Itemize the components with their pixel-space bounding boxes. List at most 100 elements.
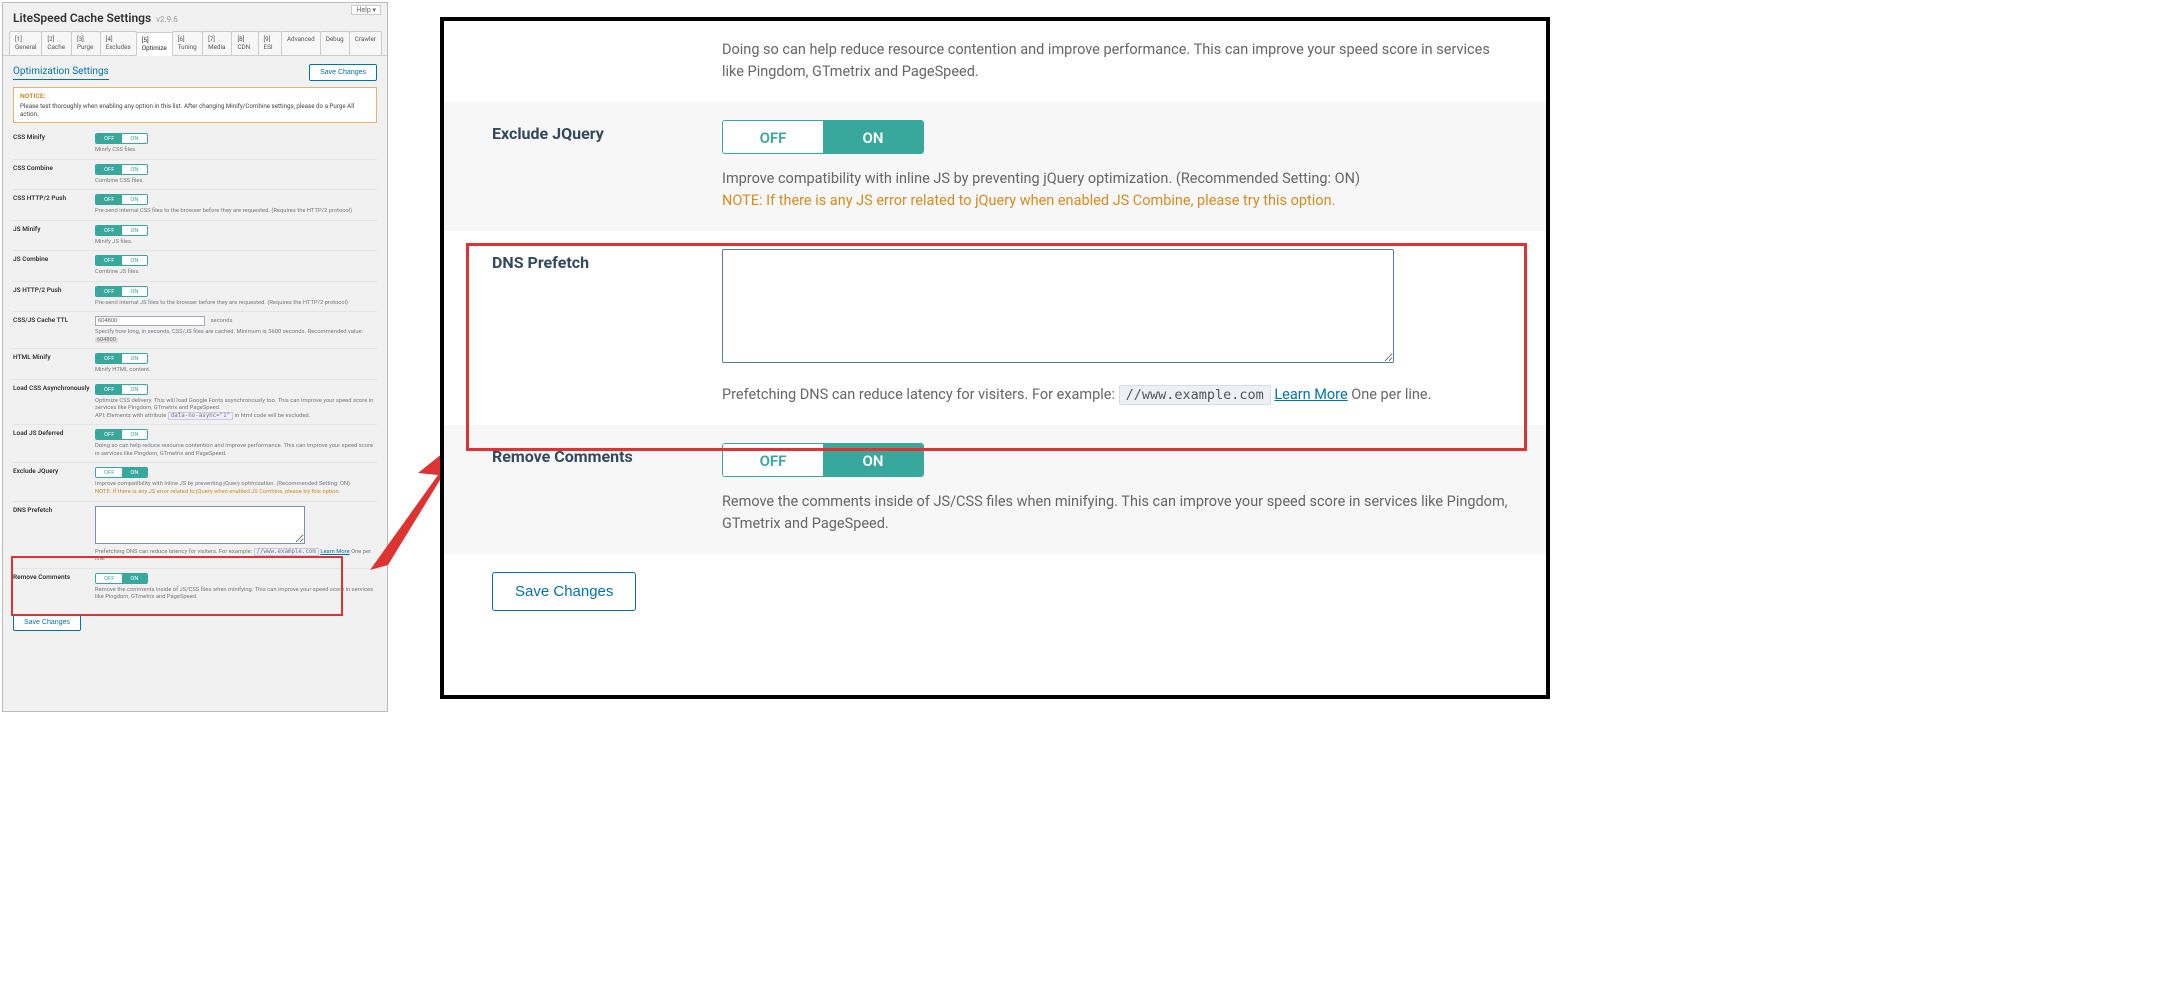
save-button-bottom[interactable]: Save Changes bbox=[13, 614, 81, 631]
tab-tuning[interactable]: [6] Tuning bbox=[172, 31, 203, 55]
label-css-minify: CSS Minify bbox=[13, 133, 95, 155]
desc-js-defer: Doing so can help reduce resource conten… bbox=[95, 443, 377, 458]
desc-css-minify: Minify CSS files. bbox=[95, 147, 377, 155]
row-css-push: CSS HTTP/2 Push OFFON Pre-send internal … bbox=[13, 189, 377, 220]
toggle-js-push[interactable]: OFFON bbox=[95, 286, 148, 297]
page-title-text: LiteSpeed Cache Settings bbox=[13, 11, 151, 25]
desc-js-combine: Combine JS files. bbox=[95, 269, 377, 277]
row-js-defer: Load JS Deferred OFFON Doing so can help… bbox=[13, 424, 377, 462]
zoom-label-dns-prefetch: DNS Prefetch bbox=[492, 249, 722, 407]
zoom-label-remove-comments: Remove Comments bbox=[492, 443, 722, 536]
section-heading: Optimization Settings bbox=[13, 66, 109, 80]
row-js-push: JS HTTP/2 Push OFFON Pre-send internal J… bbox=[13, 281, 377, 312]
zoom-label-exclude-jquery: Exclude JQuery bbox=[492, 120, 722, 213]
desc-css-combine: Combine CSS files. bbox=[95, 178, 377, 186]
tab-optimize[interactable]: [5] Optimize bbox=[136, 32, 173, 56]
toggle-css-async[interactable]: OFFON bbox=[95, 384, 148, 395]
toggle-exclude-jquery[interactable]: OFFON bbox=[95, 467, 148, 478]
desc-js-push: Pre-send internal JS files to the browse… bbox=[95, 300, 377, 308]
zoom-desc-dns-prefetch: Prefetching DNS can reduce latency for v… bbox=[722, 384, 1508, 406]
row-dns-prefetch: DNS Prefetch Prefetching DNS can reduce … bbox=[13, 501, 377, 568]
notice-heading: NOTICE: bbox=[20, 92, 370, 100]
settings-tabs: [1] General [2] Cache [3] Purge [4] Excl… bbox=[3, 31, 387, 56]
notice-text: Please test thoroughly when enabling any… bbox=[20, 102, 370, 118]
dns-prefetch-textarea[interactable] bbox=[95, 506, 305, 544]
toggle-remove-comments[interactable]: OFFON bbox=[95, 573, 148, 584]
tab-excludes[interactable]: [4] Excludes bbox=[100, 31, 137, 55]
zoom-row-js-defer-tail: Doing so can help reduce resource conten… bbox=[444, 21, 1546, 102]
row-html-minify: HTML Minify OFFON Minify HTML content. bbox=[13, 348, 377, 379]
zoom-row-dns-prefetch: DNS Prefetch Prefetching DNS can reduce … bbox=[444, 231, 1546, 425]
tab-debug[interactable]: Debug bbox=[320, 31, 350, 55]
row-css-async: Load CSS Asynchronously OFFON Optimize C… bbox=[13, 379, 377, 425]
toggle-css-combine[interactable]: OFFON bbox=[95, 164, 148, 175]
ttl-unit: seconds bbox=[211, 318, 233, 324]
label-css-push: CSS HTTP/2 Push bbox=[13, 194, 95, 216]
desc-html-minify: Minify HTML content. bbox=[95, 367, 377, 375]
ttl-input[interactable] bbox=[95, 316, 205, 326]
tab-general[interactable]: [1] General bbox=[9, 31, 42, 55]
label-css-combine: CSS Combine bbox=[13, 164, 95, 186]
desc-ttl: Specify how long, in seconds, CSS/JS fil… bbox=[95, 329, 377, 344]
label-css-async: Load CSS Asynchronously bbox=[13, 384, 95, 421]
help-dropdown[interactable]: Help ▾ bbox=[351, 5, 381, 15]
learn-more-link-mini[interactable]: Learn More bbox=[320, 549, 349, 555]
row-remove-comments: Remove Comments OFFON Remove the comment… bbox=[13, 568, 377, 606]
zoom-panel: Doing so can help reduce resource conten… bbox=[440, 17, 1550, 699]
desc-js-minify: Minify JS files. bbox=[95, 239, 377, 247]
zoom-toggle-remove-comments[interactable]: OFF ON bbox=[722, 443, 924, 477]
desc-css-async: Optimize CSS delivery. This will load Go… bbox=[95, 398, 377, 421]
settings-table: CSS Minify OFFON Minify CSS files. CSS C… bbox=[13, 129, 377, 606]
toggle-on[interactable]: ON bbox=[823, 121, 923, 153]
zoom-toggle-exclude-jquery[interactable]: OFF ON bbox=[722, 120, 924, 154]
tab-purge[interactable]: [3] Purge bbox=[71, 31, 101, 55]
label-dns-prefetch: DNS Prefetch bbox=[13, 506, 95, 564]
label-remove-comments: Remove Comments bbox=[13, 573, 95, 602]
label-js-push: JS HTTP/2 Push bbox=[13, 286, 95, 308]
tab-advanced[interactable]: Advanced bbox=[281, 31, 321, 55]
overview-thumbnail: Help ▾ LiteSpeed Cache Settings v2.9.6 [… bbox=[2, 2, 388, 712]
row-css-minify: CSS Minify OFFON Minify CSS files. bbox=[13, 129, 377, 159]
row-exclude-jquery: Exclude JQuery OFFON Improve compatibili… bbox=[13, 462, 377, 500]
version-text: v2.9.6 bbox=[156, 15, 178, 24]
zoom-desc-remove-comments: Remove the comments inside of JS/CSS fil… bbox=[722, 491, 1508, 536]
toggle-on[interactable]: ON bbox=[823, 444, 923, 476]
row-ttl: CSS/JS Cache TTL seconds Specify how lon… bbox=[13, 311, 377, 348]
tab-cdn[interactable]: [8] CDN bbox=[231, 31, 258, 55]
label-html-minify: HTML Minify bbox=[13, 353, 95, 375]
desc-remove-comments: Remove the comments inside of JS/CSS fil… bbox=[95, 587, 377, 602]
row-js-combine: JS Combine OFFON Combine JS files. bbox=[13, 250, 377, 281]
desc-exclude-jquery: Improve compatibility with inline JS by … bbox=[95, 481, 377, 496]
label-ttl: CSS/JS Cache TTL bbox=[13, 316, 95, 344]
toggle-js-defer[interactable]: OFFON bbox=[95, 429, 148, 440]
zoom-row-remove-comments: Remove Comments OFF ON Remove the commen… bbox=[444, 425, 1546, 554]
zoom-dns-prefetch-textarea[interactable] bbox=[722, 249, 1394, 363]
toggle-css-push[interactable]: OFFON bbox=[95, 194, 148, 205]
toggle-off[interactable]: OFF bbox=[723, 444, 823, 476]
toggle-off[interactable]: OFF bbox=[723, 121, 823, 153]
dns-example-code: //www.example.com bbox=[1119, 385, 1271, 405]
zoom-desc-js-defer: Doing so can help reduce resource conten… bbox=[722, 39, 1508, 84]
label-exclude-jquery: Exclude JQuery bbox=[13, 467, 95, 496]
row-css-combine: CSS Combine OFFON Combine CSS files. bbox=[13, 159, 377, 190]
learn-more-link[interactable]: Learn More bbox=[1274, 386, 1347, 403]
desc-dns-prefetch: Prefetching DNS can reduce latency for v… bbox=[95, 549, 377, 564]
label-js-combine: JS Combine bbox=[13, 255, 95, 277]
toggle-css-minify[interactable]: OFFON bbox=[95, 133, 148, 144]
tab-cache[interactable]: [2] Cache bbox=[41, 31, 72, 55]
tab-esi[interactable]: [9] ESI bbox=[258, 31, 282, 55]
save-button-top[interactable]: Save Changes bbox=[309, 64, 377, 81]
toggle-html-minify[interactable]: OFFON bbox=[95, 353, 148, 364]
desc-css-push: Pre-send internal CSS files to the brows… bbox=[95, 208, 377, 216]
zoom-save-button[interactable]: Save Changes bbox=[492, 572, 636, 611]
zoom-row-exclude-jquery: Exclude JQuery OFF ON Improve compatibil… bbox=[444, 102, 1546, 231]
toggle-js-combine[interactable]: OFFON bbox=[95, 255, 148, 266]
toggle-js-minify[interactable]: OFFON bbox=[95, 225, 148, 236]
tab-media[interactable]: [7] Media bbox=[202, 31, 232, 55]
tab-crawler[interactable]: Crawler bbox=[349, 31, 382, 55]
label-js-defer: Load JS Deferred bbox=[13, 429, 95, 458]
page-title: LiteSpeed Cache Settings v2.9.6 bbox=[3, 3, 387, 31]
notice-box: NOTICE: Please test thoroughly when enab… bbox=[13, 87, 377, 123]
row-js-minify: JS Minify OFFON Minify JS files. bbox=[13, 220, 377, 251]
zoom-desc-exclude-jquery: Improve compatibility with inline JS by … bbox=[722, 168, 1508, 213]
